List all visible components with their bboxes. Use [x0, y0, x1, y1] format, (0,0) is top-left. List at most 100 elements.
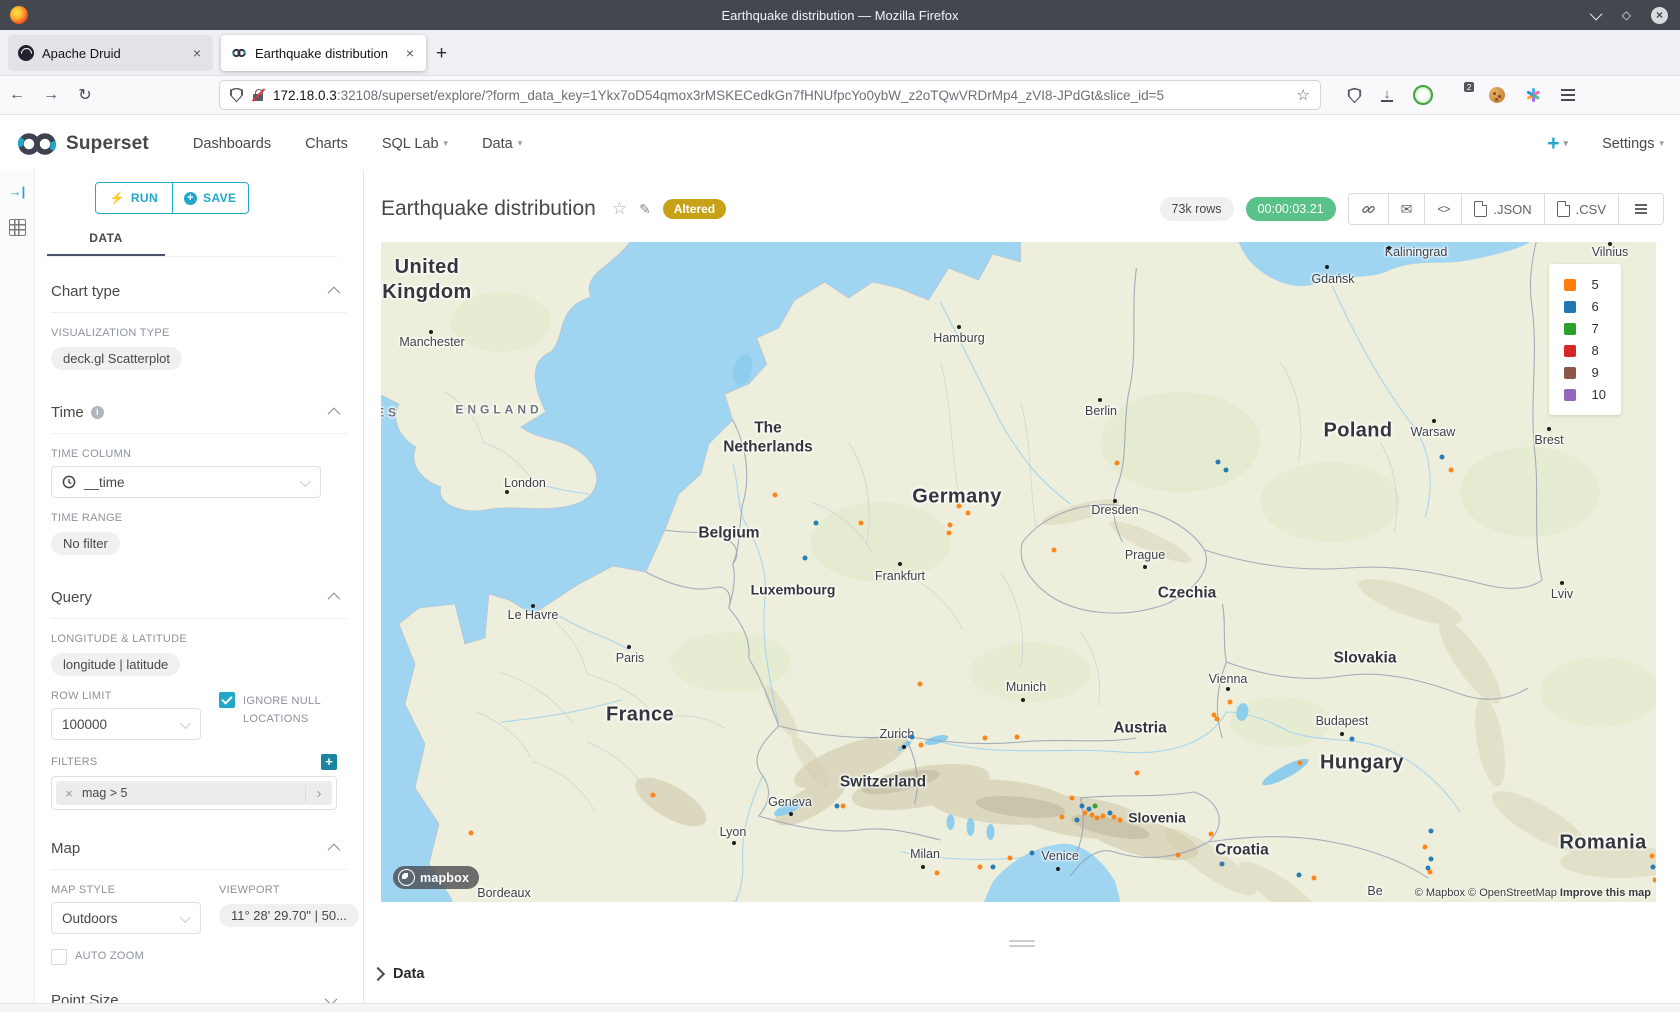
data-point	[1651, 865, 1656, 870]
data-point	[1176, 853, 1181, 858]
edit-properties-icon[interactable]: ✎	[639, 201, 651, 218]
export-json-button[interactable]: .JSON	[1461, 194, 1543, 224]
add-filter-button[interactable]: +	[321, 754, 337, 770]
data-point	[1449, 468, 1454, 473]
expand-panel-icon[interactable]: →|	[9, 184, 26, 199]
checkbox-checked-icon[interactable]	[219, 692, 235, 708]
new-tab-button[interactable]: +	[436, 43, 447, 65]
data-point	[1015, 735, 1020, 740]
map-label: Switzerland	[840, 772, 926, 791]
chart-area: Earthquake distribution ☆ ✎ Altered 73k …	[364, 170, 1680, 1012]
superset-brand[interactable]: Superset	[16, 131, 149, 157]
nav-charts[interactable]: Charts	[305, 136, 348, 152]
copy-link-button[interactable]	[1349, 194, 1388, 224]
city-dot	[1021, 698, 1025, 702]
downloads-icon[interactable]: ↓	[1381, 88, 1393, 102]
ublock-extension-icon[interactable]: 2	[1453, 87, 1469, 103]
data-point	[1297, 873, 1302, 878]
data-panel-toggle[interactable]: Data	[364, 950, 1680, 982]
window-title: Earthquake distribution — Mozilla Firefo…	[0, 8, 1680, 23]
resize-drag-handle[interactable]	[1009, 940, 1035, 947]
nav-sql-lab[interactable]: SQL Lab▾	[382, 136, 448, 152]
city-dot	[1098, 398, 1102, 402]
legend-label: 8	[1592, 343, 1599, 358]
map-style-select[interactable]: Outdoors	[51, 902, 201, 934]
superset-logo-icon	[16, 131, 58, 157]
email-button[interactable]: ✉	[1388, 194, 1425, 224]
view-query-button[interactable]: <>	[1424, 194, 1461, 224]
tab-close-icon[interactable]: ×	[404, 45, 416, 61]
time-column-select[interactable]: __time	[51, 466, 321, 498]
bookmark-star-icon[interactable]: ☆	[1297, 86, 1310, 104]
viz-type-value[interactable]: deck.gl Scatterplot	[51, 347, 182, 370]
data-point	[1423, 845, 1428, 850]
time-range-value[interactable]: No filter	[51, 532, 120, 555]
city-label: Frankfurt	[875, 569, 925, 585]
tab-apache-druid[interactable]: Apache Druid ×	[8, 35, 213, 71]
tab-data[interactable]: DATA	[47, 224, 165, 256]
datasource-grid-icon[interactable]	[9, 219, 26, 236]
legend-row[interactable]: 9	[1564, 365, 1606, 380]
browser-window: Earthquake distribution — Mozilla Firefo…	[0, 0, 1680, 1012]
legend-row[interactable]: 10	[1564, 387, 1606, 402]
city-label: Bordeaux	[477, 886, 531, 902]
legend-row[interactable]: 5	[1564, 277, 1606, 292]
forward-icon[interactable]: →	[34, 86, 68, 104]
remove-filter-icon[interactable]: ×	[56, 786, 82, 801]
nav-data[interactable]: Data▾	[482, 136, 522, 152]
legend-row[interactable]: 8	[1564, 343, 1606, 358]
legend-label: 10	[1592, 387, 1606, 402]
export-csv-button[interactable]: .CSV	[1544, 194, 1618, 224]
data-point	[1228, 700, 1233, 705]
legend-row[interactable]: 7	[1564, 321, 1606, 336]
chevron-down-icon: ▾	[1659, 138, 1664, 149]
firefox-menu-icon[interactable]	[1561, 89, 1575, 100]
mapbox-wordmark: mapbox	[420, 871, 469, 885]
data-point	[1312, 876, 1317, 881]
window-close-icon[interactable]: ×	[1651, 7, 1668, 24]
ignore-null-checkbox-row[interactable]: IGNORE NULL LOCATIONS	[219, 692, 337, 728]
viewport-value[interactable]: 11° 28' 29.70" | 50...	[219, 904, 359, 927]
extension-privacy-icon[interactable]	[1413, 85, 1433, 105]
url-input[interactable]: 172.18.0.3:32108/superset/explore/?form_…	[220, 81, 1320, 109]
favorite-star-icon[interactable]: ☆	[612, 199, 627, 219]
nav-dashboards[interactable]: Dashboards	[193, 136, 271, 152]
mapbox-logo[interactable]: mapbox	[393, 866, 479, 889]
section-query[interactable]: Query	[51, 555, 337, 618]
save-button[interactable]: +SAVE	[172, 183, 249, 213]
reload-icon[interactable]: ↻	[68, 85, 102, 105]
tracking-protection-shield-icon[interactable]	[230, 88, 243, 103]
code-icon: <>	[1437, 202, 1449, 216]
checkbox-empty-icon[interactable]	[51, 949, 67, 965]
row-limit-select[interactable]: 100000	[51, 708, 201, 740]
add-new-button[interactable]: +▾	[1547, 132, 1568, 156]
back-icon[interactable]: ←	[0, 86, 34, 104]
improve-map-link[interactable]: Improve this map	[1560, 887, 1651, 899]
panel-tabs: DATA	[47, 224, 337, 257]
city-dot	[1560, 581, 1564, 585]
cookie-extension-icon[interactable]	[1489, 87, 1505, 103]
insecure-lock-icon[interactable]	[252, 88, 264, 102]
chevron-right-icon[interactable]: ›	[305, 785, 332, 802]
tab-earthquake-distribution[interactable]: Earthquake distribution ×	[221, 35, 426, 71]
filter-chip[interactable]: × mag > 5 ›	[56, 781, 332, 805]
lonlat-value[interactable]: longitude | latitude	[51, 653, 180, 676]
run-button[interactable]: ⚡RUN	[96, 183, 172, 213]
chevron-right-icon	[371, 967, 385, 981]
section-map[interactable]: Map	[51, 810, 337, 869]
ublock-badge: 2	[1464, 82, 1474, 92]
data-point	[910, 735, 915, 740]
protections-shield-icon[interactable]	[1348, 87, 1362, 103]
altered-badge[interactable]: Altered	[663, 199, 726, 219]
window-maximize-icon[interactable]: ◇	[1622, 9, 1631, 21]
url-host: 172.18.0.3	[273, 88, 337, 103]
tab-close-icon[interactable]: ×	[191, 45, 203, 61]
section-time[interactable]: Timei	[51, 370, 337, 433]
auto-zoom-checkbox-row[interactable]: AUTO ZOOM	[51, 948, 337, 966]
deckgl-map[interactable]: United KingdomENGLANDESThe NetherlandsBe…	[381, 242, 1656, 902]
more-options-button[interactable]	[1618, 194, 1663, 224]
settings-menu[interactable]: Settings▾	[1602, 136, 1664, 152]
legend-row[interactable]: 6	[1564, 299, 1606, 314]
colorful-extension-icon[interactable]	[1525, 87, 1541, 103]
section-chart-type[interactable]: Chart type	[51, 257, 337, 312]
